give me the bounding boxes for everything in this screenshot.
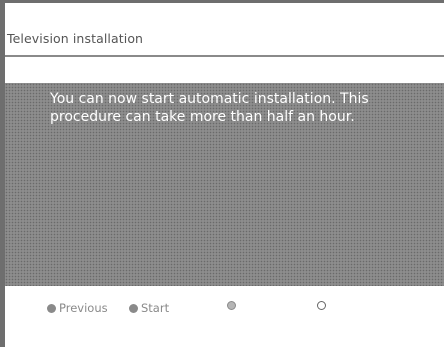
previous-button[interactable]: Previous: [47, 301, 108, 315]
instruction-message: You can now start automatic installation…: [50, 91, 369, 125]
blue-circle-icon: [317, 301, 326, 310]
yellow-dot-icon: [227, 301, 236, 310]
previous-label: Previous: [59, 301, 108, 315]
start-label: Start: [141, 301, 170, 315]
message-panel: You can now start automatic installation…: [5, 83, 444, 286]
title-divider: [5, 55, 444, 57]
blue-key-button[interactable]: [317, 301, 329, 310]
tv-installation-screen: Television installation You can now star…: [0, 0, 444, 347]
yellow-key-button[interactable]: [227, 301, 239, 310]
title-bar: Television installation: [5, 3, 444, 61]
start-button[interactable]: Start: [129, 301, 169, 315]
page-title: Television installation: [7, 31, 144, 46]
red-dot-icon: [47, 303, 56, 313]
color-key-bar: Previous Start: [5, 286, 444, 347]
green-dot-icon: [129, 303, 138, 313]
